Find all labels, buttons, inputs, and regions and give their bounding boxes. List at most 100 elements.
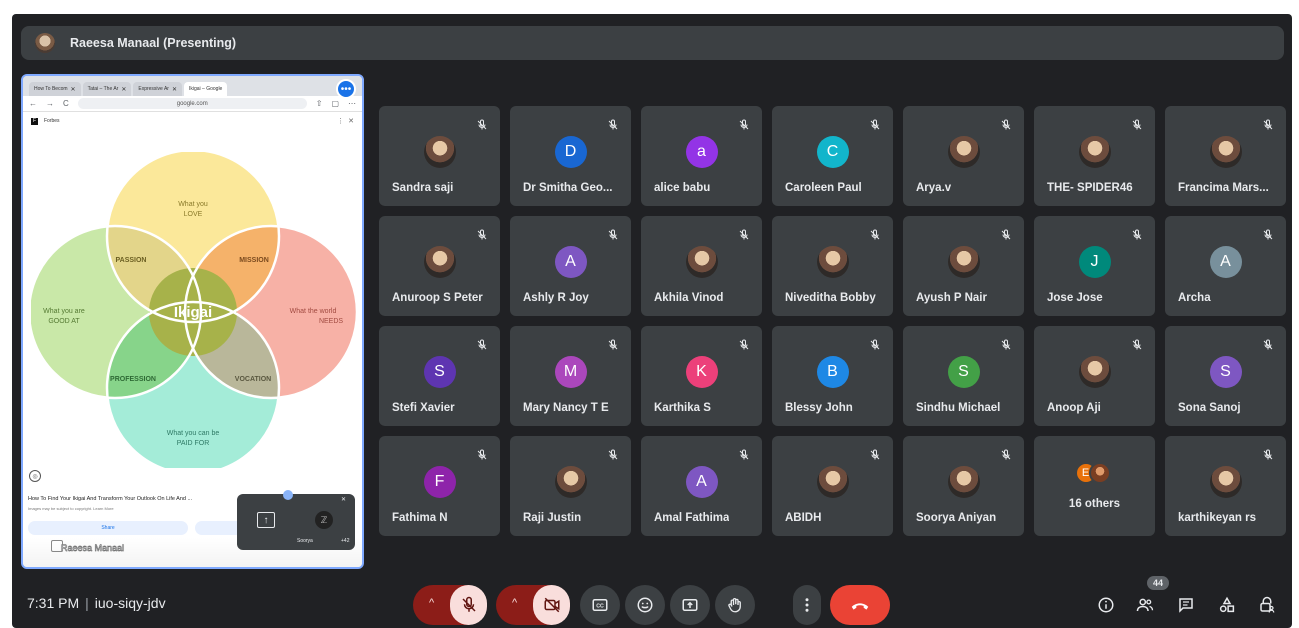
close-icon[interactable]: ⋮ ✕	[337, 117, 354, 125]
participant-tile[interactable]: D Dr Smitha Geo...	[510, 106, 631, 206]
participant-name: THE- SPIDER46	[1047, 182, 1133, 194]
participant-tile[interactable]: M Mary Nancy T E	[510, 326, 631, 426]
participant-tile[interactable]: J Jose Jose	[1034, 216, 1155, 316]
avatar: A	[1209, 246, 1242, 278]
reload-icon[interactable]: C	[63, 99, 69, 108]
mini-tile-count: +42	[341, 538, 350, 544]
label-right-2: NEEDS	[319, 318, 343, 325]
participant-tile[interactable]: K Karthika S	[641, 326, 762, 426]
participant-tile[interactable]: Francima Mars...	[1165, 106, 1286, 206]
participant-name: Raji Justin	[523, 512, 582, 524]
mini-participant-panel[interactable]: ↑ ℤ ✕ Soorya +42	[237, 490, 355, 550]
label-vocation: VOCATION	[235, 376, 271, 383]
participant-name: Dr Smitha Geo...	[523, 182, 613, 194]
participant-tile[interactable]: A Ashly R Joy	[510, 216, 631, 316]
avatar	[947, 136, 980, 168]
host-controls-button[interactable]	[1256, 594, 1278, 616]
camera-toggle-button[interactable]	[533, 585, 570, 625]
participant-tile[interactable]: Anuroop S Peter	[379, 216, 500, 316]
mic-off-icon	[607, 228, 619, 240]
svg-text:CC: CC	[596, 603, 604, 609]
participant-tile[interactable]: Sandra saji	[379, 106, 500, 206]
people-count-badge: 44	[1147, 576, 1169, 590]
reactions-button[interactable]	[625, 585, 665, 625]
avatar: S	[423, 356, 456, 388]
activities-button[interactable]	[1216, 594, 1238, 616]
share-icon[interactable]: ⇧	[316, 99, 323, 108]
leave-call-button[interactable]	[830, 585, 890, 625]
others-avatars: E	[1074, 462, 1115, 484]
present-now-button[interactable]	[670, 585, 710, 625]
raise-hand-button[interactable]	[715, 585, 755, 625]
participant-tile[interactable]: Ayush P Nair	[903, 216, 1024, 316]
browser-tab[interactable]: Expressive Ar ✕	[133, 82, 182, 96]
mic-off-icon	[738, 228, 750, 240]
label-passion: PASSION	[116, 257, 147, 264]
forward-icon[interactable]: →	[46, 99, 54, 108]
close-icon[interactable]: ✕	[121, 86, 126, 93]
browser-tab-active[interactable]: Ikigai – Google	[183, 82, 228, 96]
participant-name: Anoop Aji	[1047, 402, 1101, 414]
participant-tile[interactable]: ABIDH	[772, 436, 893, 536]
camera-off-icon	[544, 597, 559, 613]
participant-tile[interactable]: Akhila Vinod	[641, 216, 762, 316]
avatar	[1078, 356, 1111, 388]
participant-name: Ashly R Joy	[523, 292, 589, 304]
url-bar[interactable]: google.com	[77, 98, 307, 109]
emoji-icon	[637, 597, 653, 613]
participant-tile[interactable]: S Sona Sanoj	[1165, 326, 1286, 426]
participant-name: Francima Mars...	[1178, 182, 1269, 194]
participant-name: Karthika S	[654, 402, 711, 414]
lens-icon[interactable]: ◎	[29, 470, 41, 482]
participant-tile[interactable]: C Caroleen Paul	[772, 106, 893, 206]
close-icon[interactable]: ✕	[172, 86, 177, 93]
shapes-icon	[1219, 596, 1235, 613]
participant-tile[interactable]: F Fathima N	[379, 436, 500, 536]
menu-icon[interactable]: ⋯	[348, 99, 356, 108]
participant-name: Sona Sanoj	[1178, 402, 1241, 414]
avatar	[554, 466, 587, 498]
mic-off-icon	[1000, 228, 1012, 240]
share-button[interactable]: Share	[28, 521, 188, 535]
participant-tile[interactable]: S Sindhu Michael	[903, 326, 1024, 426]
participant-tile[interactable]: Anoop Aji	[1034, 326, 1155, 426]
participant-tile[interactable]: Niveditha Bobby	[772, 216, 893, 316]
mic-toggle-button[interactable]	[450, 585, 487, 625]
participant-tile[interactable]: THE- SPIDER46	[1034, 106, 1155, 206]
avatar: K	[685, 356, 718, 388]
presenter-bar[interactable]: Raeesa Manaal (Presenting)	[21, 26, 1284, 60]
present-icon[interactable]: ↑	[257, 512, 275, 528]
avatar: B	[816, 356, 849, 388]
meeting-info: 7:31 PM | iuo-siqy-jdv	[27, 595, 166, 611]
more-options-button[interactable]	[793, 585, 821, 625]
tabs-icon[interactable]: ▢	[331, 99, 339, 108]
back-icon[interactable]: ←	[29, 99, 37, 108]
participant-name: Soorya Aniyan	[916, 512, 997, 524]
browser-tab[interactable]: How To Becom ✕	[29, 82, 81, 96]
people-icon	[1136, 598, 1154, 612]
screen-share-view[interactable]: How To Becom ✕ Tatai – The Ar ✕ Expressive…	[21, 74, 364, 569]
participant-tile[interactable]: Raji Justin	[510, 436, 631, 536]
participant-tile[interactable]: A Amal Fathima	[641, 436, 762, 536]
chevron-up-icon[interactable]: ^	[429, 597, 434, 609]
more-options-icon[interactable]: •••	[336, 79, 356, 99]
chevron-up-icon[interactable]: ^	[512, 597, 517, 609]
participant-tile[interactable]: Arya.v	[903, 106, 1024, 206]
ikigai-diagram: What you LOVE What you are GOOD AT What …	[27, 148, 359, 476]
participant-tile[interactable]: A Archa	[1165, 216, 1286, 316]
meeting-details-button[interactable]	[1095, 594, 1117, 616]
browser-tab[interactable]: Tatai – The Ar ✕	[82, 82, 132, 96]
close-icon[interactable]: ✕	[71, 86, 76, 93]
people-button[interactable]	[1134, 594, 1156, 616]
participant-tile[interactable]: karthikeyan rs	[1165, 436, 1286, 536]
participant-tile[interactable]: B Blessy John	[772, 326, 893, 426]
hand-icon	[728, 597, 741, 613]
captions-button[interactable]: CC	[580, 585, 620, 625]
participant-tile[interactable]: a alice babu	[641, 106, 762, 206]
participant-tile[interactable]: S Stefi Xavier	[379, 326, 500, 426]
avatar: C	[816, 136, 849, 168]
chat-button[interactable]	[1175, 594, 1197, 616]
participant-tile[interactable]: E 16 others	[1034, 436, 1155, 536]
avatar: F	[423, 466, 456, 498]
participant-tile[interactable]: Soorya Aniyan	[903, 436, 1024, 536]
